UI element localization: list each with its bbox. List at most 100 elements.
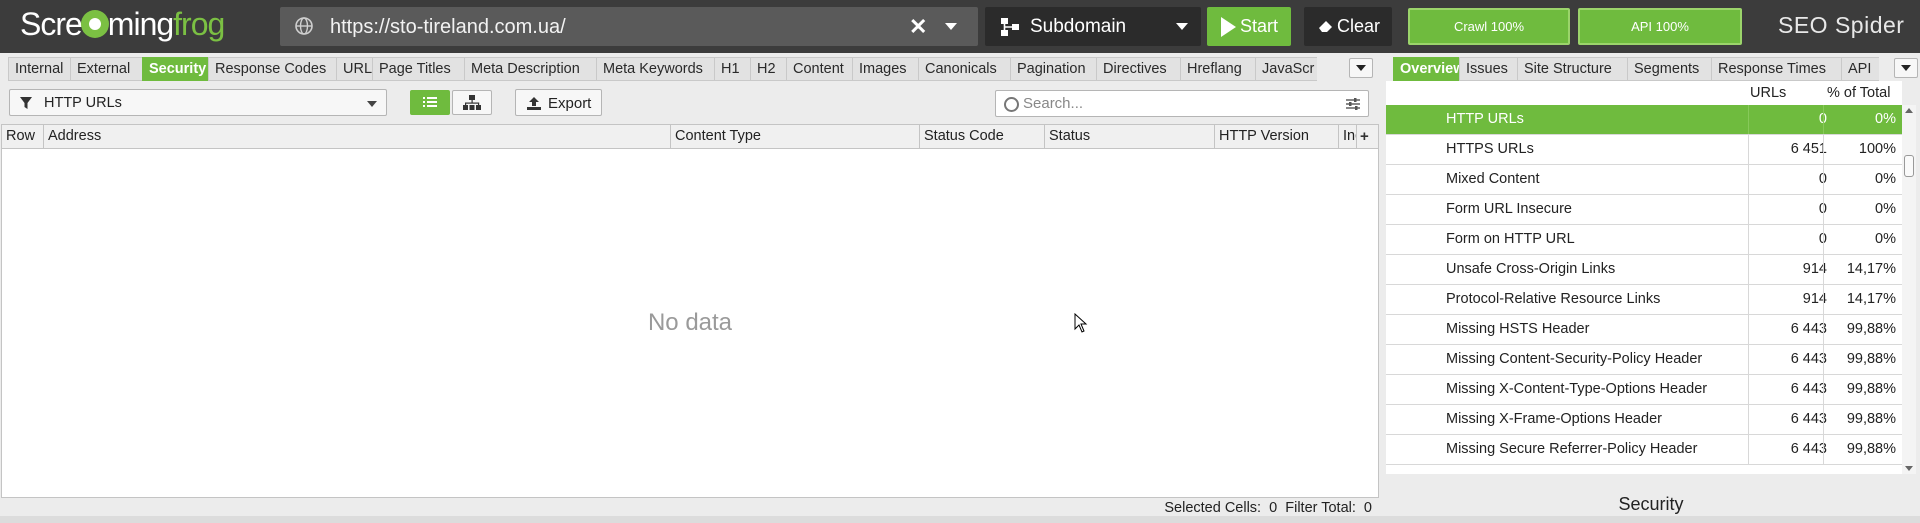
- tab-security[interactable]: Security: [142, 57, 208, 81]
- filter-icon: [20, 97, 32, 109]
- overview-row[interactable]: Missing HSTS Header 6 443 99,88%: [1386, 315, 1902, 345]
- tab-api[interactable]: API: [1841, 57, 1879, 81]
- globe-icon: [295, 17, 313, 35]
- list-view-button[interactable]: [410, 90, 450, 115]
- tab-hreflang[interactable]: Hreflang: [1180, 57, 1255, 81]
- eraser-icon: [1319, 21, 1332, 32]
- overview-row[interactable]: Unsafe Cross-Origin Links 914 14,17%: [1386, 255, 1902, 285]
- overview-row-percent: 14,17%: [1823, 285, 1902, 314]
- tab-response-times[interactable]: Response Times: [1711, 57, 1841, 81]
- crawl-mode-select[interactable]: Subdomain: [985, 7, 1201, 46]
- more-tabs-dropdown[interactable]: [1349, 58, 1373, 78]
- overview-row[interactable]: Missing Secure Referrer-Policy Header 6 4…: [1386, 435, 1902, 465]
- scroll-thumb[interactable]: [1904, 155, 1914, 177]
- overview-row-percent: 0%: [1823, 165, 1902, 194]
- overview-row[interactable]: Protocol-Relative Resource Links 914 14,17…: [1386, 285, 1902, 315]
- api-progress-button[interactable]: API 100%: [1578, 8, 1742, 45]
- clear-url-icon[interactable]: ✕: [909, 14, 927, 40]
- overview-col-urls: URLs: [1750, 85, 1787, 101]
- tab-content[interactable]: Content: [786, 57, 852, 81]
- search-box[interactable]: [995, 90, 1369, 117]
- overview-scrollbar[interactable]: [1902, 105, 1916, 474]
- search-icon: [1004, 97, 1019, 112]
- overview-row-label: HTTP URLs: [1446, 111, 1524, 127]
- url-history-dropdown-icon[interactable]: [945, 23, 957, 30]
- tree-view-button[interactable]: [452, 90, 492, 115]
- url-field[interactable]: https://sto-tireland.com.ua/: [330, 16, 566, 39]
- column-header-status[interactable]: Status: [1045, 125, 1215, 149]
- tab-page-titles[interactable]: Page Titles: [372, 57, 464, 81]
- overview-row-label: Missing X-Frame-Options Header: [1446, 411, 1662, 427]
- chevron-down-icon: [1176, 23, 1188, 30]
- table-header: IndHTTP VersionStatusStatus CodeContent …: [2, 125, 1378, 149]
- column-header-row[interactable]: Row: [2, 125, 44, 149]
- overview-row-label: Missing Secure Referrer-Policy Header: [1446, 441, 1698, 457]
- tab-external[interactable]: External: [70, 57, 142, 81]
- overview-row[interactable]: Missing X-Content-Type-Options Header 6 4…: [1386, 375, 1902, 405]
- scroll-down-icon[interactable]: [1905, 466, 1913, 471]
- overview-row-label: Missing Content-Security-Policy Header: [1446, 351, 1703, 367]
- overview-row-label: Missing HSTS Header: [1446, 321, 1590, 337]
- clear-button[interactable]: Clear: [1304, 7, 1392, 46]
- overview-row-count: 914: [1748, 285, 1833, 314]
- overview-row[interactable]: HTTPS URLs 6 451 100%: [1386, 135, 1902, 165]
- tab-h1[interactable]: H1: [714, 57, 750, 81]
- overview-row-label: Protocol-Relative Resource Links: [1446, 291, 1661, 307]
- overview-row-percent: 14,17%: [1823, 255, 1902, 284]
- overview-row[interactable]: Form on HTTP URL 0 0%: [1386, 225, 1902, 255]
- search-options-icon[interactable]: [1345, 97, 1361, 111]
- tab-directives[interactable]: Directives: [1096, 57, 1180, 81]
- column-header-address[interactable]: Address: [44, 125, 671, 149]
- search-input[interactable]: [1023, 94, 1323, 113]
- scroll-up-icon[interactable]: [1905, 108, 1913, 113]
- overview-row[interactable]: HTTP URLs 0 0%: [1386, 105, 1902, 135]
- overview-row-percent: 100%: [1823, 135, 1902, 164]
- bottom-status-bar: [0, 516, 1920, 523]
- right-tab-bar: Overview Issues Site Structure Segments Resp…: [1393, 57, 1879, 81]
- tab-site-structure[interactable]: Site Structure: [1517, 57, 1627, 81]
- export-button[interactable]: Export: [515, 89, 602, 116]
- overview-row-percent: 0%: [1823, 195, 1902, 224]
- subdomain-icon: [1001, 18, 1019, 36]
- overview-row[interactable]: Missing Content-Security-Policy Header 6 …: [1386, 345, 1902, 375]
- data-table: IndHTTP VersionStatusStatus CodeContent …: [1, 124, 1379, 498]
- tab-internal[interactable]: Internal: [8, 57, 70, 81]
- overview-row[interactable]: Form URL Insecure 0 0%: [1386, 195, 1902, 225]
- tab-images[interactable]: Images: [852, 57, 918, 81]
- play-icon: [1221, 17, 1236, 37]
- column-header-http-version[interactable]: HTTP Version: [1215, 125, 1339, 149]
- tab-overview[interactable]: Overview: [1393, 57, 1459, 81]
- tab-javascr[interactable]: JavaScr: [1255, 57, 1317, 81]
- column-header-ind[interactable]: Ind: [1339, 125, 1357, 149]
- overview-row-count: 6 443: [1748, 405, 1833, 434]
- tab-h2[interactable]: H2: [750, 57, 786, 81]
- add-column-icon[interactable]: +: [1360, 128, 1369, 145]
- tab-issues[interactable]: Issues: [1459, 57, 1517, 81]
- column-header-status-code[interactable]: Status Code: [920, 125, 1045, 149]
- tree-icon: [463, 95, 481, 110]
- tab-response-codes[interactable]: Response Codes: [208, 57, 336, 81]
- crawl-progress-button[interactable]: Crawl 100%: [1408, 8, 1570, 45]
- column-header-content-type[interactable]: Content Type: [671, 125, 920, 149]
- overview-row-label: Form URL Insecure: [1446, 201, 1572, 217]
- tab-pagination[interactable]: Pagination: [1010, 57, 1096, 81]
- upload-icon: [527, 97, 541, 110]
- right-more-tabs-dropdown[interactable]: [1894, 58, 1918, 78]
- overview-row-percent: 99,88%: [1823, 405, 1902, 434]
- start-button[interactable]: Start: [1207, 7, 1291, 46]
- overview-row-percent: 0%: [1823, 105, 1902, 134]
- mouse-cursor-icon: [1074, 313, 1088, 333]
- url-input-box[interactable]: https://sto-tireland.com.ua/ ✕: [280, 7, 978, 46]
- tab-meta-keywords[interactable]: Meta Keywords: [596, 57, 714, 81]
- tab-segments[interactable]: Segments: [1627, 57, 1711, 81]
- tab-meta-description[interactable]: Meta Description: [464, 57, 596, 81]
- overview-row-label: Form on HTTP URL: [1446, 231, 1575, 247]
- overview-row[interactable]: Mixed Content 0 0%: [1386, 165, 1902, 195]
- overview-row-label: Missing X-Content-Type-Options Header: [1446, 381, 1708, 397]
- frog-eye-icon: [80, 10, 109, 38]
- overview-row-count: 6 443: [1748, 345, 1833, 374]
- tab-url[interactable]: URL: [336, 57, 372, 81]
- filter-select[interactable]: HTTP URLs: [9, 89, 387, 116]
- tab-canonicals[interactable]: Canonicals: [918, 57, 1010, 81]
- overview-row[interactable]: Missing X-Frame-Options Header 6 443 99,88…: [1386, 405, 1902, 435]
